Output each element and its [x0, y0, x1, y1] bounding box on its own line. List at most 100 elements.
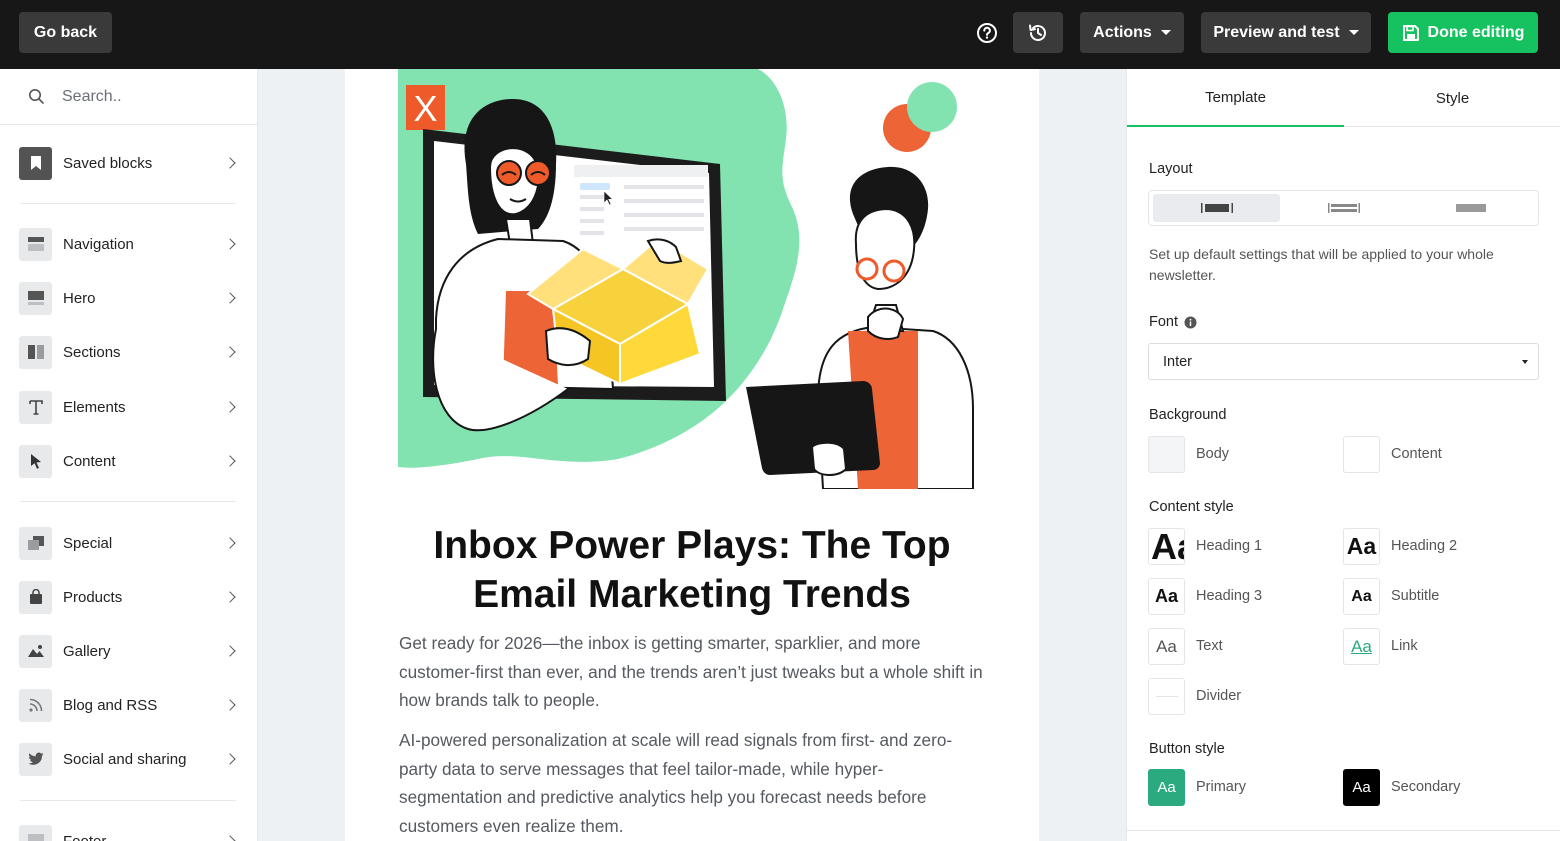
sidebar-item-hero[interactable]: Hero — [0, 278, 257, 318]
chevron-right-icon — [224, 292, 236, 304]
heading1-style-swatch[interactable]: Aa — [1148, 528, 1185, 565]
sidebar-item-navigation[interactable]: Navigation — [0, 224, 257, 264]
button-style-label: Button style — [1149, 741, 1225, 757]
primary-button-label: Primary — [1196, 779, 1246, 795]
sidebar-item-social-sharing[interactable]: Social and sharing — [0, 739, 257, 779]
sidebar-divider — [20, 501, 236, 502]
layout-option-medium[interactable] — [1280, 194, 1407, 222]
font-label-row: Font — [1149, 314, 1197, 330]
sidebar-item-label: Saved blocks — [63, 154, 153, 172]
search-input[interactable] — [62, 83, 242, 111]
chevron-right-icon — [224, 835, 236, 841]
swatch-text: Aa — [1346, 533, 1377, 559]
body-color-swatch[interactable] — [1148, 436, 1185, 473]
chevron-right-icon — [224, 753, 236, 765]
divider-style-label: Divider — [1196, 688, 1242, 704]
tab-template[interactable]: Template — [1127, 69, 1344, 127]
history-icon — [1029, 24, 1046, 41]
sidebar-item-label: Footer — [63, 832, 107, 841]
divider-style-swatch[interactable] — [1148, 678, 1185, 715]
secondary-button-label: Secondary — [1391, 779, 1461, 795]
help-icon[interactable] — [976, 22, 998, 44]
email-paragraph[interactable]: AI-powered personalization at scale will… — [399, 726, 985, 840]
panel-divider — [1127, 830, 1560, 831]
footer-icon — [19, 824, 52, 841]
heading3-style-swatch[interactable]: Aa — [1148, 578, 1185, 615]
sidebar-item-label: Elements — [63, 398, 126, 416]
secondary-button-swatch[interactable]: Aa — [1343, 769, 1380, 806]
sidebar-item-products[interactable]: Products — [0, 577, 257, 617]
content-color-swatch[interactable] — [1343, 436, 1380, 473]
sidebar-item-label: Hero — [63, 289, 96, 307]
search-bar — [0, 69, 257, 125]
chevron-right-icon — [224, 157, 236, 169]
layout-label: Layout — [1149, 161, 1193, 177]
font-select-value: Inter — [1163, 353, 1193, 370]
sidebar-item-saved-blocks[interactable]: Saved blocks — [0, 143, 257, 183]
bird-icon — [19, 742, 52, 776]
layout-narrow-icon — [1200, 203, 1233, 213]
caret-down-icon — [1348, 30, 1359, 35]
divider-line — [1155, 696, 1178, 697]
sidebar-item-label: Gallery — [63, 642, 111, 660]
image-icon — [19, 634, 52, 668]
panel-tabs: Template Style — [1127, 69, 1560, 127]
swatch-text: Aa — [1351, 636, 1372, 656]
text-style-label: Text — [1196, 638, 1223, 654]
chevron-right-icon — [224, 401, 236, 413]
email-headline[interactable]: Inbox Power Plays: The Top Email Marketi… — [365, 521, 1019, 619]
preview-and-test-button[interactable]: Preview and test — [1201, 12, 1371, 53]
content-color-label: Content — [1391, 446, 1442, 462]
text-style-swatch[interactable]: Aa — [1148, 628, 1185, 665]
sidebar-item-footer[interactable]: Footer — [0, 821, 257, 841]
swatch-text: Aa — [1156, 636, 1177, 656]
heading2-style-swatch[interactable]: Aa — [1343, 528, 1380, 565]
sidebar-item-content[interactable]: Content — [0, 441, 257, 481]
link-style-label: Link — [1391, 638, 1418, 654]
chevron-right-icon — [224, 699, 236, 711]
editor-canvas: X Inbox Power Plays: The Top Email Marke… — [258, 69, 1126, 841]
chevron-right-icon — [224, 346, 236, 358]
primary-button-swatch[interactable]: Aa — [1148, 769, 1185, 806]
layout-option-narrow[interactable] — [1153, 194, 1280, 222]
sidebar-item-label: Navigation — [63, 235, 134, 253]
save-icon — [1402, 24, 1419, 41]
chevron-right-icon — [224, 537, 236, 549]
caret-down-icon — [1522, 360, 1528, 364]
sidebar-item-special[interactable]: Special — [0, 523, 257, 563]
go-back-button[interactable]: Go back — [19, 12, 112, 53]
actions-button[interactable]: Actions — [1080, 12, 1184, 53]
sidebar-item-blog-rss[interactable]: Blog and RSS — [0, 685, 257, 725]
background-label: Background — [1149, 407, 1227, 423]
tab-style[interactable]: Style — [1344, 69, 1560, 127]
caret-down-icon — [1160, 30, 1171, 35]
heading3-style-label: Heading 3 — [1196, 588, 1263, 604]
preview-label: Preview and test — [1213, 23, 1340, 41]
layout-option-wide[interactable] — [1407, 194, 1534, 222]
hero-icon — [19, 281, 52, 315]
done-editing-button[interactable]: Done editing — [1388, 12, 1538, 53]
link-style-swatch[interactable]: Aa — [1343, 628, 1380, 665]
info-icon[interactable] — [1184, 316, 1197, 329]
sidebar-item-sections[interactable]: Sections — [0, 332, 257, 372]
swatch-text: Aa — [1157, 779, 1176, 796]
subtitle-style-swatch[interactable]: Aa — [1343, 578, 1380, 615]
headline-line: Email Marketing Trends — [473, 573, 911, 616]
cursor-icon — [19, 444, 52, 478]
sidebar-divider — [20, 800, 236, 801]
text-icon — [19, 390, 52, 424]
chevron-right-icon — [224, 645, 236, 657]
hero-illustration[interactable]: X — [398, 69, 980, 489]
heading1-style-label: Heading 1 — [1196, 538, 1263, 554]
history-button[interactable] — [1013, 12, 1063, 53]
swatch-text: Aa — [1154, 586, 1178, 606]
sidebar-item-label: Products — [63, 588, 123, 606]
sidebar-item-gallery[interactable]: Gallery — [0, 631, 257, 671]
swatch-text: Aa — [1151, 528, 1184, 565]
font-select[interactable]: Inter — [1148, 343, 1539, 380]
done-label: Done editing — [1427, 23, 1525, 41]
sidebar-item-elements[interactable]: Elements — [0, 387, 257, 427]
swatch-text: Aa — [1352, 779, 1371, 796]
email-content[interactable]: X Inbox Power Plays: The Top Email Marke… — [345, 69, 1039, 841]
email-paragraph[interactable]: Get ready for 2026—the inbox is getting … — [399, 629, 985, 715]
